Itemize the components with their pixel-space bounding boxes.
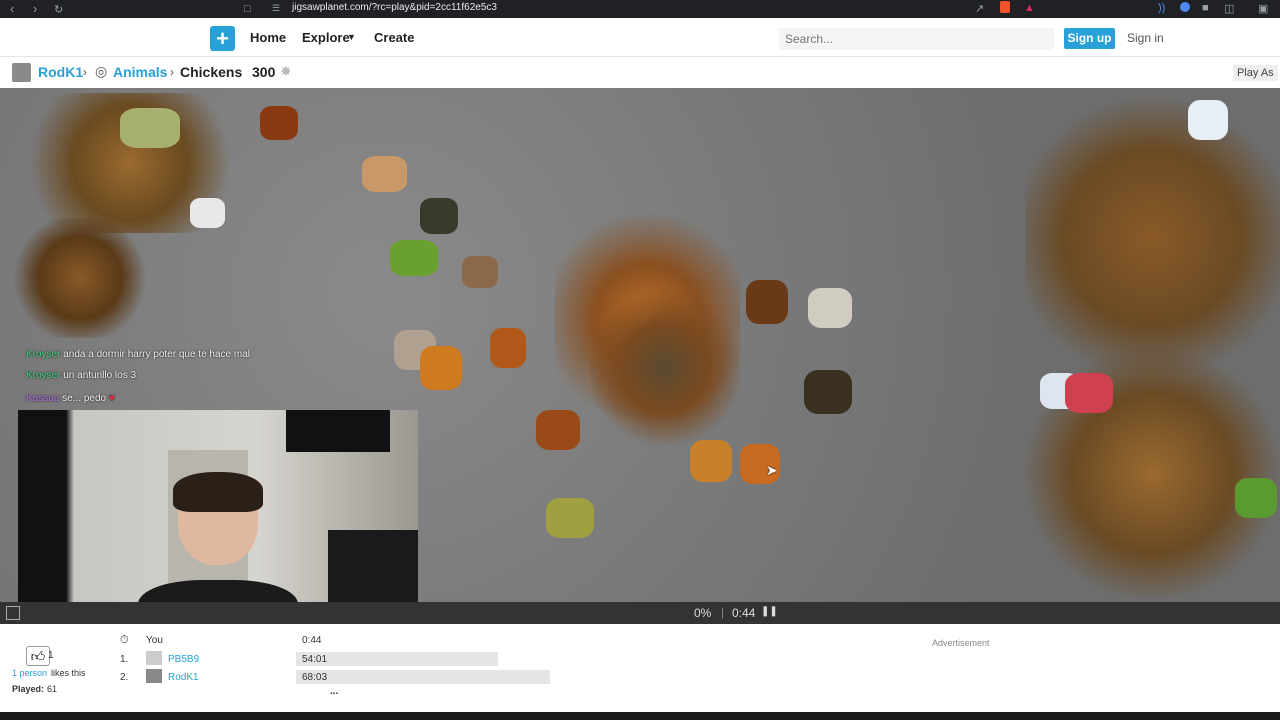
puzzle-pieces-cluster[interactable] [1025,88,1280,388]
image-preview-icon[interactable] [6,606,20,620]
puzzle-piece[interactable] [746,280,788,324]
puzzle-piece[interactable] [420,346,462,390]
puzzle-piece[interactable] [190,198,225,228]
score-rank: 1. [120,654,129,665]
more-scores-link[interactable]: ... [330,686,338,697]
chat-username: Kroyser [26,349,61,360]
piece-count: 300 [252,64,276,80]
nav-create[interactable]: Create [374,30,414,45]
chevron-right-icon: › [83,65,87,79]
puzzle-piece[interactable] [546,498,594,538]
globe-icon: ◎ [95,63,108,79]
puzzle-piece[interactable] [690,440,732,482]
heart-icon: ♥ [108,393,115,404]
chat-message: Kroyser un anturillo los 3 [26,370,136,381]
pause-icon[interactable]: ❚❚ [761,606,778,617]
puzzle-status-bar: 0% | 0:44 ❚❚ [0,602,1280,624]
forward-arrow-icon[interactable]: › [33,1,37,16]
breadcrumb-user[interactable]: RodK1 [38,64,83,80]
puzzle-pieces-cluster[interactable] [590,288,740,448]
puzzle-piece[interactable] [804,370,852,414]
share-icon[interactable]: ↗ [975,2,984,15]
chat-message: Kroyser anda a dormir harry poter que te… [26,349,250,360]
breadcrumb-category[interactable]: Animals [113,64,167,80]
puzzle-piece[interactable] [1235,478,1277,518]
puzzle-extension-icon[interactable]: ■ [1202,2,1209,14]
os-taskbar [0,712,1280,720]
brave-shield-icon[interactable] [1000,1,1010,13]
nav-explore[interactable]: Explore [302,30,350,45]
chat-text: se... pedo [62,393,107,404]
score-player-name[interactable]: PB5B9 [168,654,199,665]
played-count: 61 [47,684,58,694]
puzzle-piece[interactable] [362,156,407,192]
score-time: 68:03 [302,672,328,683]
score-time-bar [296,670,550,684]
scoreboard-you-label: You [146,635,163,646]
puzzle-info-section: 👍︎ 1 1 person likes this Played: 61 ⏱︎ Y… [0,624,1280,714]
chat-username: Kassuu [26,393,60,404]
chat-text: un anturillo los 3 [63,370,137,381]
puzzle-piece[interactable] [390,240,438,276]
site-info-icon[interactable]: ☰ [272,3,280,14]
puzzle-piece[interactable] [260,106,298,140]
mouse-cursor-icon: ➤ [766,462,778,478]
like-button[interactable]: 👍︎ [26,646,50,666]
like-count: 1 [48,650,54,661]
bookmark-icon[interactable]: □ [244,3,251,15]
puzzle-piece[interactable] [1188,100,1228,140]
scoreboard-you-time: 0:44 [302,635,322,646]
profile-extension-icon[interactable] [1180,2,1190,12]
score-rank: 2. [120,672,129,683]
puzzle-piece[interactable] [120,108,180,148]
puzzle-pieces-cluster[interactable] [10,218,150,338]
signin-link[interactable]: Sign in [1127,31,1164,45]
chat-message: Kassuu se... pedo ♥ [26,393,115,404]
avatar [146,651,162,665]
nav-home[interactable]: Home [250,30,286,45]
sidebar-icon[interactable]: ◫ [1224,2,1234,15]
timer-text: 0:44 [732,606,756,620]
likes-people-link[interactable]: 1 person [12,668,47,678]
status-divider: | [721,605,725,619]
site-header: + Home Explore ▼ Create Sign up Sign in [0,18,1280,57]
chat-text: anda a dormir harry poter que te hace ma… [63,349,251,360]
chevron-right-icon: › [170,65,174,79]
puzzle-piece[interactable] [462,256,498,288]
thumbs-up-icon: 👍︎ [30,648,46,664]
chat-username: Kroyser [26,370,61,381]
back-arrow-icon[interactable]: ‹ [10,1,14,16]
played-label: Played: [12,684,45,694]
stopwatch-icon: ⏱︎ [120,634,129,646]
puzzle-piece[interactable] [490,328,526,368]
puzzle-piece[interactable] [808,288,852,328]
breadcrumb: RodK1 › ◎ Animals › Chickens 300 ✸ Play … [0,57,1280,88]
score-time: 54:01 [302,654,328,665]
avatar [146,669,162,683]
wallet-icon[interactable]: ▣ [1258,2,1268,15]
user-avatar-icon[interactable] [12,63,31,82]
browser-toolbar: ‹ › ↻ □ ☰ jigsawplanet.com/?rc=play&pid=… [0,0,1280,18]
progress-text: 0% [694,606,712,620]
extension-icon[interactable]: )) [1158,2,1165,14]
search-input[interactable] [779,28,1054,50]
chevron-down-icon[interactable]: ▼ [347,32,356,42]
puzzle-piece-icon: ✸ [280,63,292,79]
puzzle-piece[interactable] [1065,373,1113,413]
play-as-dropdown[interactable]: Play As [1233,65,1278,81]
score-player-name[interactable]: RodK1 [168,672,199,683]
advertisement-label: Advertisement [932,638,990,648]
rewards-icon[interactable]: ▲ [1024,2,1035,14]
puzzle-title: Chickens [180,64,243,80]
likes-text: likes this [51,668,86,678]
puzzle-piece[interactable] [420,198,458,234]
signup-button[interactable]: Sign up [1064,28,1115,49]
jigsawplanet-logo[interactable]: + [210,26,235,51]
address-bar[interactable]: jigsawplanet.com/?rc=play&pid=2cc11f62e5… [292,2,497,13]
reload-icon[interactable]: ↻ [54,3,63,16]
